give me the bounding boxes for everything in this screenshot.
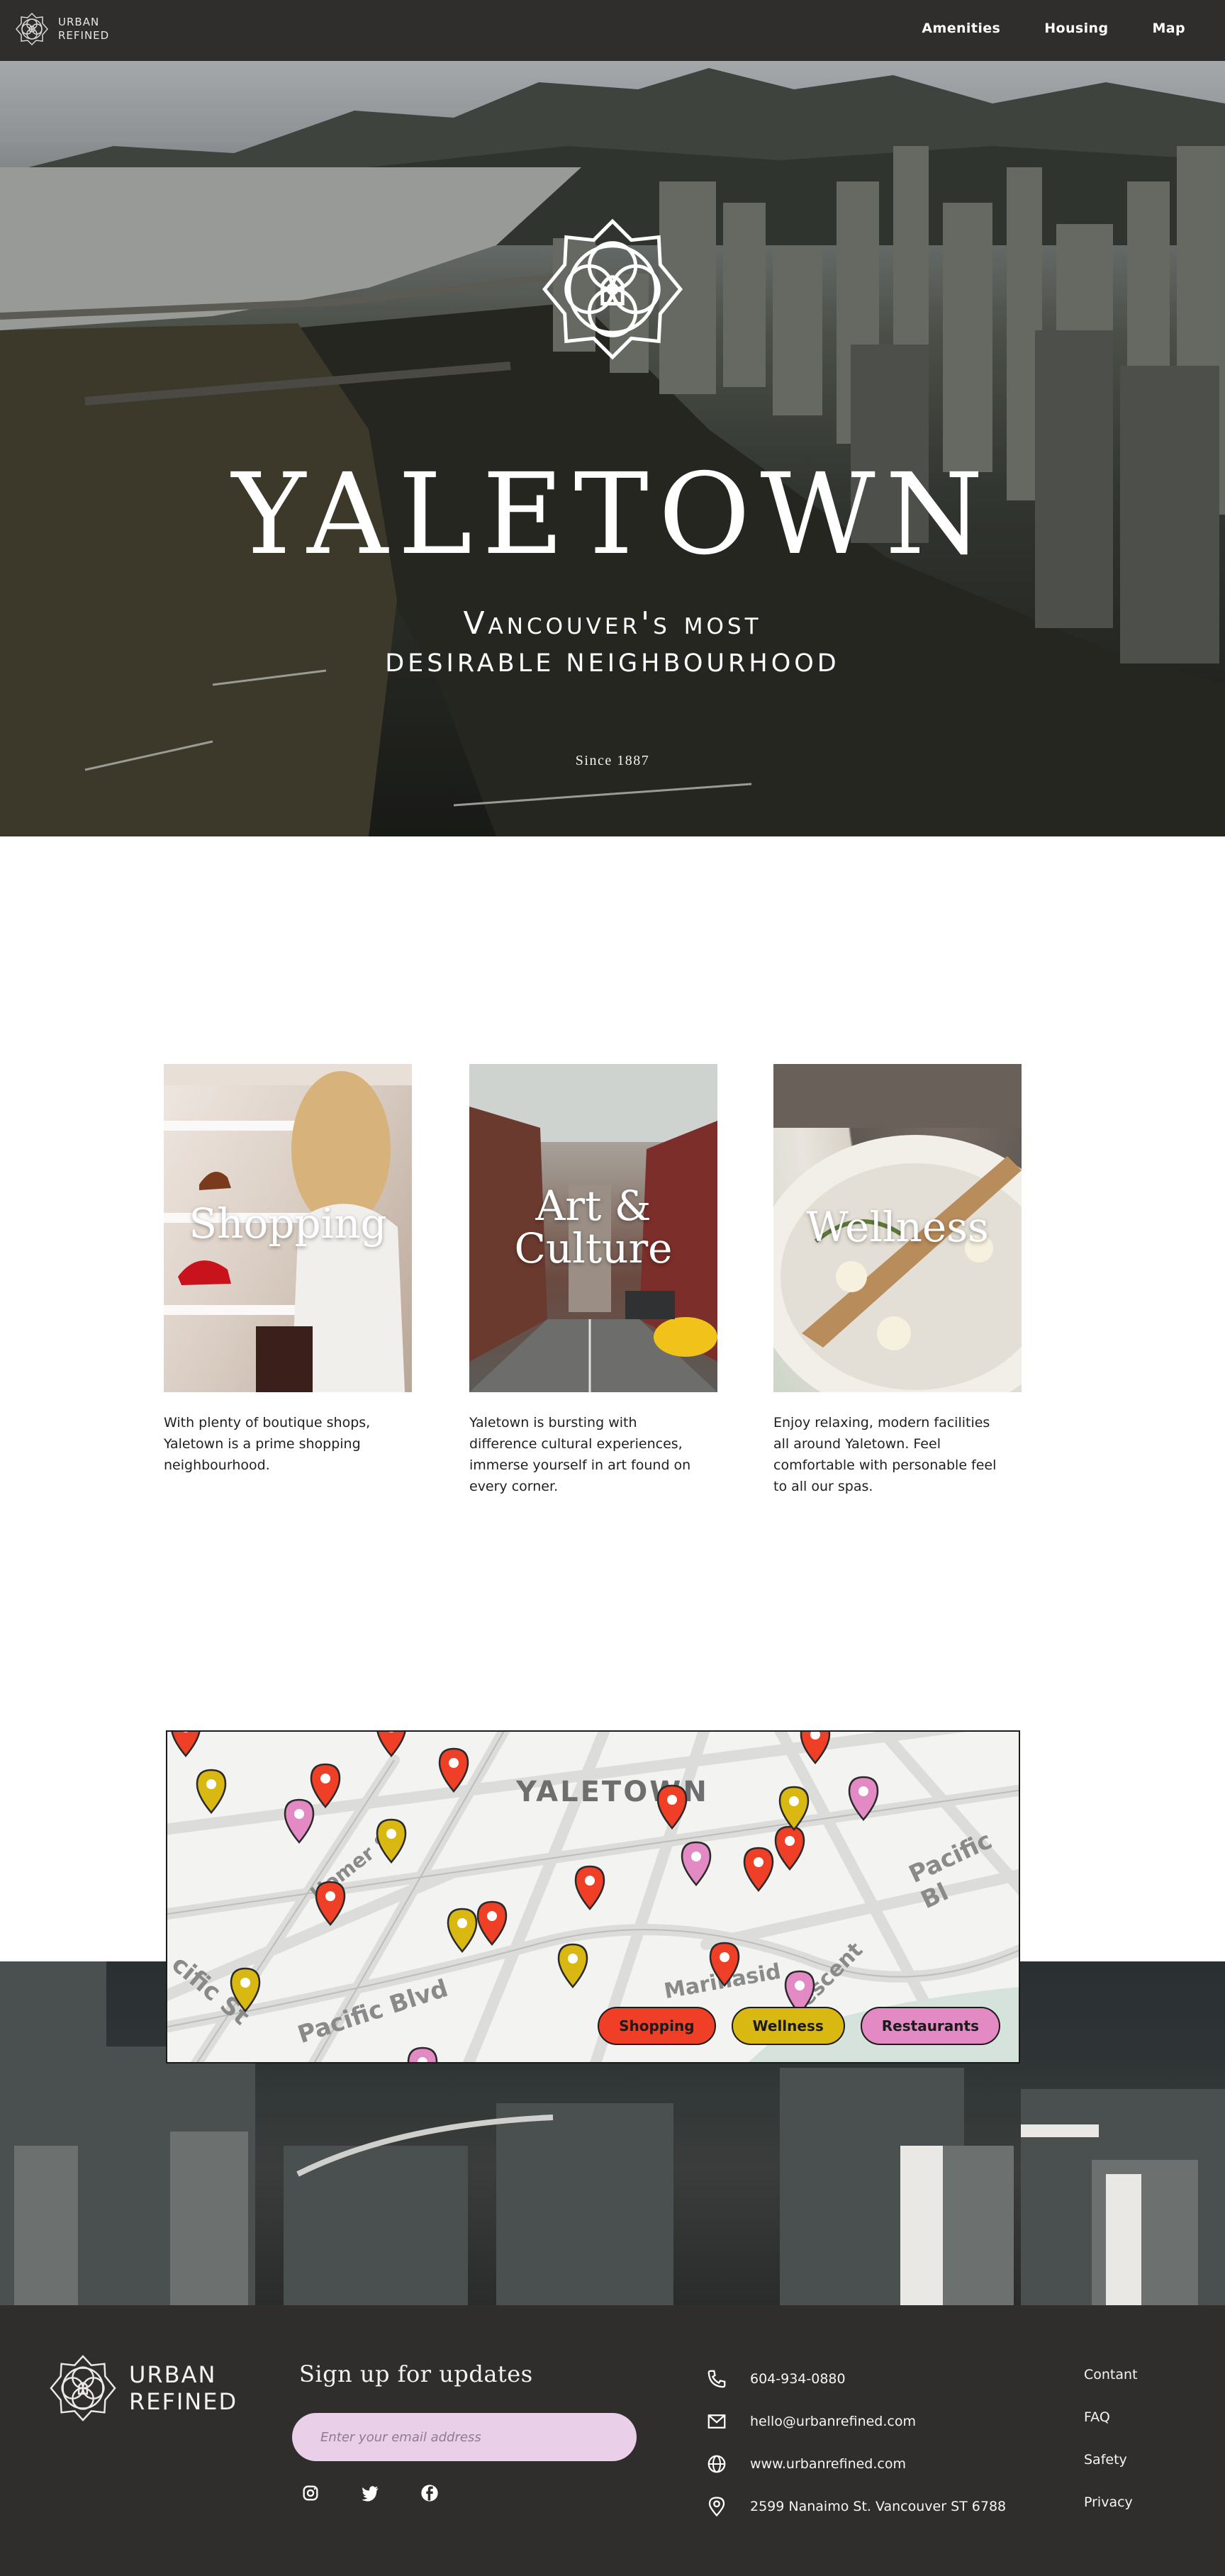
- map-filters: Shopping Wellness Restaurants: [598, 2007, 1000, 2045]
- location-pin-icon: [708, 2497, 725, 2517]
- yaletown-map[interactable]: YALETOWN Homer St Pacific Blvd cific St …: [166, 1730, 1020, 2063]
- brand-name: URBAN REFINED: [58, 16, 109, 43]
- footer-link-privacy[interactable]: Privacy: [1084, 2485, 1138, 2528]
- map-pin-shopping[interactable]: [571, 1864, 608, 1910]
- card-title-art-line-2: Culture: [514, 1224, 673, 1272]
- map-pin-restaurants[interactable]: [678, 1839, 715, 1886]
- art-culture-image: Art & Culture: [469, 1064, 717, 1392]
- map-pin-shopping[interactable]: [312, 1879, 349, 1926]
- map-pin-restaurants[interactable]: [281, 1797, 318, 1844]
- globe-icon: [707, 2455, 726, 2473]
- card-text-wellness: Enjoy relaxing, modern facilities all ar…: [773, 1415, 997, 1494]
- filter-wellness-button[interactable]: Wellness: [731, 2007, 845, 2045]
- contact-phone-text: 604-934-0880: [750, 2371, 846, 2387]
- contact-address-text: 2599 Nanaimo St. Vancouver ST 6788: [750, 2499, 1007, 2514]
- footer-brand-line-1: URBAN: [129, 2361, 217, 2388]
- hero-section: YALETOWN Vancouver's most desirable neig…: [0, 61, 1225, 836]
- map-pin-shopping[interactable]: [797, 1732, 834, 1764]
- signup-title: Sign up for updates: [299, 2361, 533, 2387]
- card-title-wellness: Wellness: [806, 1203, 989, 1251]
- map-pin-wellness[interactable]: [193, 1767, 230, 1814]
- map-pin-shopping[interactable]: [373, 1732, 410, 1757]
- hero-subtitle-line-2: desirable neighbourhood: [385, 649, 840, 678]
- nav-links: Amenities Housing Map: [922, 21, 1185, 36]
- filter-shopping-button[interactable]: Shopping: [598, 2007, 716, 2045]
- map-pin-wellness[interactable]: [444, 1906, 481, 1953]
- card-wellness[interactable]: Wellness Enjoy relaxing, modern faciliti…: [773, 1064, 1022, 1497]
- nav-link-map[interactable]: Map: [1152, 21, 1185, 36]
- footer: URBAN REFINED Sign up for updates 604-93…: [0, 2305, 1225, 2576]
- city-aerial-image: [0, 61, 1225, 836]
- contact-address[interactable]: 2599 Nanaimo St. Vancouver ST 6788: [706, 2485, 1006, 2528]
- facebook-icon[interactable]: [420, 2483, 440, 2503]
- card-title-art-line-1: Art &: [535, 1182, 651, 1230]
- email-field[interactable]: [292, 2413, 637, 2461]
- footer-link-faq[interactable]: FAQ: [1084, 2400, 1138, 2443]
- hero-subtitle-line-1: Vancouver's most: [463, 605, 762, 642]
- map-pin-shopping[interactable]: [706, 1940, 743, 1987]
- map-pin-wellness[interactable]: [776, 1784, 812, 1831]
- wellness-image: Wellness: [773, 1064, 1022, 1392]
- map-pin-restaurants[interactable]: [404, 2045, 441, 2062]
- hero-title: YALETOWN: [232, 449, 993, 580]
- shopping-image: Shopping: [164, 1064, 412, 1392]
- rosette-logo-icon: [16, 12, 48, 46]
- footer-brand-line-2: REFINED: [129, 2388, 238, 2415]
- contact-website-text: www.urbanrefined.com: [750, 2456, 906, 2472]
- contact-email-text: hello@urbanrefined.com: [750, 2414, 916, 2429]
- map-pin-wellness[interactable]: [373, 1817, 410, 1864]
- brand-logo[interactable]: URBAN REFINED: [14, 11, 109, 47]
- card-title-shopping: Shopping: [189, 1199, 387, 1248]
- card-text-art-culture: Yaletown is bursting with difference cul…: [469, 1415, 691, 1494]
- contact-email[interactable]: hello@urbanrefined.com: [706, 2400, 1006, 2443]
- hero-since: Since 1887: [575, 753, 650, 768]
- card-title-art-culture: Art & Culture: [469, 1185, 717, 1270]
- twitter-icon[interactable]: [360, 2483, 380, 2503]
- filter-restaurants-button[interactable]: Restaurants: [860, 2007, 1000, 2045]
- footer-link-safety[interactable]: Safety: [1084, 2443, 1138, 2485]
- brand-line-1: URBAN: [58, 16, 100, 28]
- footer-links: Contant FAQ Safety Privacy: [1084, 2358, 1138, 2528]
- brand-line-2: REFINED: [58, 29, 110, 42]
- card-art-culture[interactable]: Art & Culture Yaletown is bursting with …: [469, 1064, 717, 1497]
- map-pin-restaurants[interactable]: [845, 1774, 882, 1821]
- map-pin-wellness[interactable]: [554, 1942, 591, 1988]
- map-pin-shopping[interactable]: [435, 1746, 472, 1793]
- nav-link-housing[interactable]: Housing: [1044, 21, 1108, 36]
- map-pin-wellness[interactable]: [227, 1966, 264, 2012]
- mail-icon: [707, 2414, 726, 2429]
- contact-list: 604-934-0880 hello@urbanrefined.com www.…: [706, 2358, 1006, 2528]
- footer-brand-logo[interactable]: URBAN REFINED: [48, 2353, 237, 2423]
- top-nav: URBAN REFINED Amenities Housing Map: [0, 0, 1225, 61]
- nav-link-amenities[interactable]: Amenities: [922, 21, 1000, 36]
- footer-link-contact[interactable]: Contant: [1084, 2358, 1138, 2400]
- footer-brand-name: URBAN REFINED: [129, 2361, 237, 2415]
- card-shopping[interactable]: Shopping With plenty of boutique shops, …: [164, 1064, 412, 1476]
- social-links: [301, 2483, 440, 2503]
- instagram-icon[interactable]: [301, 2483, 320, 2503]
- map-pin-shopping[interactable]: [167, 1732, 204, 1757]
- phone-icon: [707, 2370, 726, 2388]
- yaletown-emblem-icon: [542, 218, 683, 360]
- rosette-logo-icon: [50, 2355, 116, 2421]
- card-text-shopping: With plenty of boutique shops, Yaletown …: [164, 1415, 371, 1473]
- contact-website[interactable]: www.urbanrefined.com: [706, 2443, 1006, 2485]
- map-pin-shopping[interactable]: [654, 1783, 690, 1830]
- contact-phone[interactable]: 604-934-0880: [706, 2358, 1006, 2400]
- map-pin-shopping[interactable]: [740, 1845, 777, 1892]
